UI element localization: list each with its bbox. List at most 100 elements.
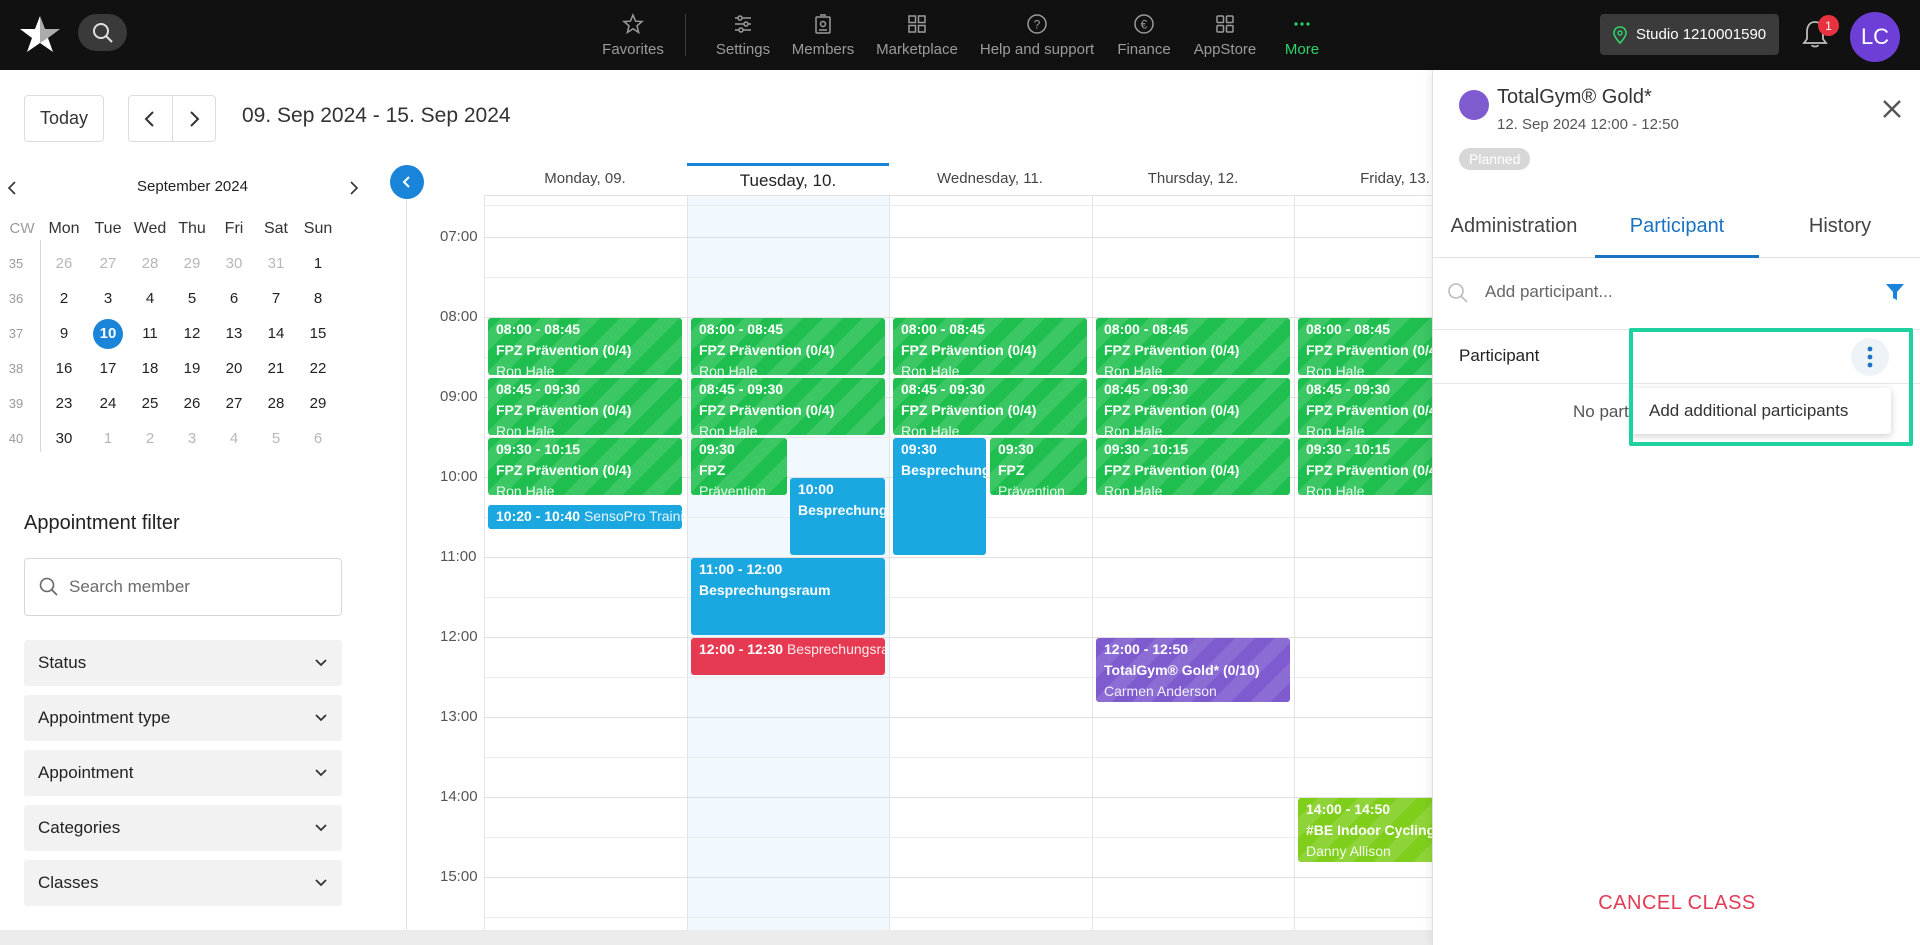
nav-settings[interactable]: Settings — [711, 0, 775, 70]
nav-finance[interactable]: € Finance — [1112, 0, 1176, 70]
mini-calendar-day[interactable]: 2 — [128, 422, 172, 456]
mini-calendar-day[interactable]: 28 — [128, 247, 172, 281]
nav-more[interactable]: More — [1272, 0, 1332, 70]
calendar-event[interactable]: 09:30 - 10:15 FPZ Prävention (0/4) Ron Hal… — [1096, 438, 1290, 495]
mini-calendar-day[interactable]: 26 — [170, 387, 214, 421]
tab-participant[interactable]: Participant — [1595, 194, 1759, 258]
mini-calendar-day[interactable]: 30 — [42, 422, 86, 456]
mini-calendar-day[interactable]: 25 — [128, 387, 172, 421]
calendar-event[interactable]: 09:30 FPZ Prävention — [691, 438, 787, 495]
calendar-event[interactable]: 10:00 Besprechungsraum — [790, 478, 885, 555]
app-logo[interactable] — [18, 14, 62, 54]
calendar-event[interactable]: 08:45 - 09:30 FPZ Prävention (0/4) Ron Hal… — [1096, 378, 1290, 435]
mini-calendar-day[interactable]: 19 — [170, 352, 214, 386]
mini-calendar-day[interactable]: 10 — [86, 317, 130, 351]
calendar-event[interactable]: 09:30 Besprechungsraum — [893, 438, 986, 555]
filter-classes[interactable]: Classes — [24, 860, 342, 906]
day-header[interactable]: Monday, 09. — [484, 163, 686, 195]
nav-help-and-support[interactable]: ? Help and support — [976, 0, 1098, 70]
mini-calendar-day[interactable]: 16 — [42, 352, 86, 386]
mini-calendar-day[interactable]: 2 — [42, 282, 86, 316]
nav-favorites[interactable]: Favorites — [598, 0, 668, 70]
calendar-event[interactable]: 08:00 - 08:45 FPZ Prävention (0/4) Ron Hal… — [893, 318, 1087, 375]
day-header[interactable]: Tuesday, 10. — [687, 163, 889, 195]
mini-calendar-day[interactable]: 29 — [296, 387, 340, 421]
calendar-event[interactable]: 11:00 - 12:00 Besprechungsraum — [691, 558, 885, 635]
close-icon[interactable] — [1881, 98, 1903, 120]
mini-calendar-day[interactable]: 5 — [170, 282, 214, 316]
mini-calendar-day[interactable]: 1 — [86, 422, 130, 456]
mini-calendar-day[interactable]: 3 — [170, 422, 214, 456]
filter-status[interactable]: Status — [24, 640, 342, 686]
mini-calendar-day[interactable]: 8 — [296, 282, 340, 316]
mini-calendar-day[interactable]: 17 — [86, 352, 130, 386]
filter-appointment-type[interactable]: Appointment type — [24, 695, 342, 741]
calendar-event[interactable]: 09:30 FPZ Prävention — [990, 438, 1087, 495]
mini-calendar-day[interactable]: 12 — [170, 317, 214, 351]
mini-calendar-day[interactable]: 6 — [296, 422, 340, 456]
calendar-event[interactable]: 08:00 - 08:45 FPZ Prävention (0/4) Ron Hal… — [1096, 318, 1290, 375]
mini-calendar-day[interactable]: 18 — [128, 352, 172, 386]
mini-calendar-day[interactable]: 14 — [254, 317, 298, 351]
calendar-event[interactable]: 08:45 - 09:30 FPZ Prävention (0/4) Ron Hal… — [893, 378, 1087, 435]
mini-calendar-day[interactable]: 4 — [212, 422, 256, 456]
calendar-event[interactable]: 09:30 - 10:15 FPZ Prävention (0/4) Ron Hal… — [1298, 438, 1432, 495]
mini-calendar-day[interactable]: 13 — [212, 317, 256, 351]
cancel-class-button[interactable]: CANCEL CLASS — [1433, 892, 1920, 915]
calendar-event[interactable]: 12:00 - 12:50 TotalGym® Gold* (0/10) Carme… — [1096, 638, 1290, 702]
mini-calendar-day[interactable]: 11 — [128, 317, 172, 351]
day-header[interactable]: Thursday, 12. — [1092, 163, 1294, 195]
mini-calendar-day[interactable]: 26 — [42, 247, 86, 281]
filter-categories[interactable]: Categories — [24, 805, 342, 851]
calendar-event[interactable]: 08:00 - 08:45 FPZ Prävention (0/4) Ron Hal… — [691, 318, 885, 375]
mini-calendar-day[interactable]: 30 — [212, 247, 256, 281]
calendar-event[interactable]: 09:30 - 10:15 FPZ Prävention (0/4) Ron Hal… — [488, 438, 682, 495]
user-avatar[interactable]: LC — [1850, 12, 1900, 62]
collapse-sidebar-button[interactable] — [390, 165, 424, 199]
mini-calendar-day[interactable]: 7 — [254, 282, 298, 316]
calendar-event[interactable]: 10:20 - 10:40 SensoPro Training — [488, 504, 682, 529]
nav-appstore[interactable]: AppStore — [1190, 0, 1260, 70]
today-button[interactable]: Today — [24, 95, 104, 142]
nav-marketplace[interactable]: Marketplace — [872, 0, 962, 70]
day-header[interactable]: Friday, 13. — [1294, 163, 1432, 195]
next-week-button[interactable] — [171, 96, 216, 141]
previous-week-button[interactable] — [129, 96, 172, 141]
nav-members[interactable]: Members — [790, 0, 856, 70]
mini-calendar-day[interactable]: 29 — [170, 247, 214, 281]
mini-calendar-day[interactable]: 22 — [296, 352, 340, 386]
mini-calendar-day[interactable]: 24 — [86, 387, 130, 421]
mini-calendar-day[interactable]: 4 — [128, 282, 172, 316]
mini-calendar-day[interactable]: 6 — [212, 282, 256, 316]
mini-calendar-day[interactable]: 28 — [254, 387, 298, 421]
search-member-input[interactable]: Search member — [24, 558, 342, 616]
mini-calendar-day[interactable]: 31 — [254, 247, 298, 281]
calendar-event[interactable]: 08:45 - 09:30 FPZ Prävention (0/4) Ron Hal… — [488, 378, 682, 435]
horizontal-scrollbar[interactable] — [0, 930, 1432, 945]
chevron-right-icon[interactable] — [348, 180, 360, 196]
filter-appointment[interactable]: Appointment — [24, 750, 342, 796]
mini-calendar-day[interactable]: 20 — [212, 352, 256, 386]
day-header[interactable]: Wednesday, 11. — [889, 163, 1091, 195]
mini-calendar-day[interactable]: 27 — [212, 387, 256, 421]
mini-calendar-day[interactable]: 9 — [42, 317, 86, 351]
mini-calendar-day[interactable]: 15 — [296, 317, 340, 351]
mini-calendar-day[interactable]: 3 — [86, 282, 130, 316]
calendar-event[interactable]: 14:00 - 14:50 #BE Indoor Cycling Danny All… — [1298, 798, 1432, 862]
calendar-event[interactable]: 08:45 - 09:30 FPZ Prävention (0/4) Ron Hal… — [1298, 378, 1432, 435]
studio-selector[interactable]: Studio 1210001590 — [1600, 14, 1779, 55]
tab-history[interactable]: History — [1759, 194, 1920, 258]
calendar-event[interactable]: 08:00 - 08:45 FPZ Prävention (0/4) Ron Hal… — [488, 318, 682, 375]
mini-calendar-day[interactable]: 21 — [254, 352, 298, 386]
tab-administration[interactable]: Administration — [1433, 194, 1595, 258]
mini-calendar-day[interactable]: 23 — [42, 387, 86, 421]
mini-calendar-day[interactable]: 27 — [86, 247, 130, 281]
mini-calendar-day[interactable]: 5 — [254, 422, 298, 456]
filter-icon[interactable] — [1885, 282, 1905, 302]
chevron-left-icon[interactable] — [6, 180, 18, 196]
calendar-event[interactable]: 12:00 - 12:30 Besprechungsraum — [691, 638, 885, 675]
mini-calendar-day[interactable]: 1 — [296, 247, 340, 281]
calendar-event[interactable]: 08:00 - 08:45 FPZ Prävention (0/4) Ron Hal… — [1298, 318, 1432, 375]
global-search-button[interactable] — [78, 14, 127, 51]
add-participant-search[interactable]: Add participant... — [1433, 258, 1920, 330]
